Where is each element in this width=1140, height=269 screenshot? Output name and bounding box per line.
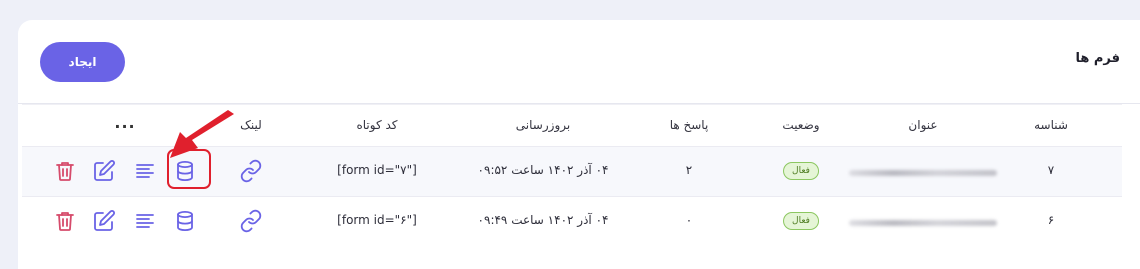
edit-icon[interactable] [92,159,116,183]
edit-icon[interactable] [92,209,116,233]
row-responses: ۰ [685,213,693,227]
row-shortcode[interactable]: [form id="۷"] [337,163,417,177]
column-id[interactable]: شناسه [1034,118,1068,132]
row-id: ۶ [1047,213,1055,227]
row-title-redacted[interactable] [849,220,997,226]
page-title: فرم ها [1075,51,1120,66]
trash-icon[interactable] [53,159,77,183]
row-id: ۷ [1047,163,1055,177]
annotation-arrow-icon [170,110,234,158]
table-row: ۶ فعال ۰ ۰۴ آذر ۱۴۰۲ ساعت ۰۹:۴۹ [form id… [22,196,1122,246]
status-badge: فعال [783,212,819,230]
column-status[interactable]: وضعیت [782,118,819,132]
column-updated[interactable]: بروزرسانی [516,118,570,132]
row-responses: ۲ [685,163,693,177]
create-button[interactable]: ایجاد [40,42,125,82]
column-responses[interactable]: پاسخ ها [670,118,709,132]
row-updated: ۰۴ آذر ۱۴۰۲ ساعت ۰۹:۴۹ [477,213,609,227]
link-icon[interactable] [239,159,263,183]
list-icon[interactable] [133,209,157,233]
status-badge: فعال [783,162,819,180]
row-title-redacted[interactable] [849,170,997,176]
column-link: لینک [240,118,262,132]
link-icon[interactable] [239,209,263,233]
row-shortcode[interactable]: [form id="۶"] [337,213,417,227]
column-shortcode: کد کوتاه [356,118,398,132]
more-icon[interactable]: ... [114,113,135,132]
trash-icon[interactable] [53,209,77,233]
card-header: فرم ها ایجاد [18,20,1140,104]
column-title[interactable]: عنوان [908,118,937,132]
row-updated: ۰۴ آذر ۱۴۰۲ ساعت ۰۹:۵۲ [477,163,609,177]
database-icon[interactable] [173,209,197,233]
